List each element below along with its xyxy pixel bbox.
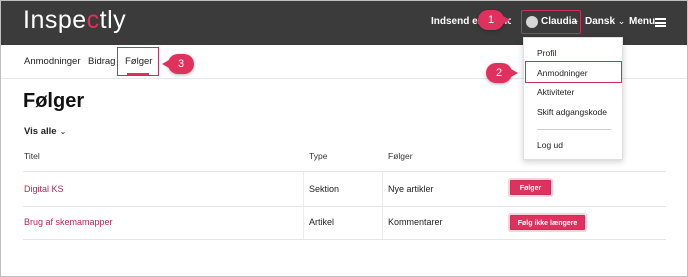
menu-item-anmodninger[interactable]: Anmodninger	[537, 68, 588, 78]
row-follows: Kommentarer	[388, 217, 443, 227]
step-badge-1: 1	[478, 10, 510, 30]
menu-separator	[537, 129, 611, 130]
user-dropdown-menu: Profil Anmodninger Aktiviteter Skift adg…	[523, 37, 623, 160]
menu-item-profil[interactable]: Profil	[537, 48, 556, 58]
tab-folger[interactable]: Følger	[125, 56, 152, 67]
menu-item-log-ud[interactable]: Log ud	[537, 140, 563, 150]
column-header-follows: Følger	[388, 151, 413, 161]
inspectly-logo[interactable]: Inspectly	[23, 6, 126, 35]
row-title-link[interactable]: Digital KS	[24, 184, 64, 194]
tab-anmodninger[interactable]: Anmodninger	[24, 56, 81, 67]
menu-item-aktiviteter[interactable]: Aktiviteter	[537, 87, 574, 97]
language-label: Dansk	[585, 16, 616, 27]
row-follows: Nye artikler	[388, 184, 434, 194]
step-badge-3: 3	[162, 54, 194, 74]
row-type: Artikel	[309, 217, 335, 227]
column-header-title: Titel	[24, 151, 40, 161]
following-button[interactable]: Følger	[510, 180, 551, 195]
chevron-down-icon: ⌄	[59, 127, 67, 136]
menu-item-skift-adgangskode[interactable]: Skift adgangskode	[537, 107, 607, 117]
hamburger-icon[interactable]	[655, 18, 666, 27]
language-selector[interactable]: Dansk ⌄	[585, 16, 625, 27]
column-header-type: Type	[309, 151, 328, 161]
page-title: Følger	[23, 90, 85, 112]
chevron-down-icon: ⌄	[617, 16, 626, 26]
table-divider	[23, 239, 666, 240]
user-menu-button[interactable]: Claudia ⌄	[521, 10, 581, 34]
browser-frame: Inspectly Indsend en anmodning Claudia ⌄…	[0, 0, 688, 277]
avatar-icon	[526, 16, 538, 28]
row-title-link[interactable]: Brug af skemamapper	[24, 217, 113, 227]
table-divider	[23, 171, 666, 172]
filter-label: Vis alle	[24, 126, 57, 137]
menu-button[interactable]: Menu	[629, 16, 655, 27]
table-divider	[23, 206, 666, 207]
chevron-down-icon: ⌄	[572, 15, 580, 25]
menu-label: Menu	[629, 16, 656, 27]
step-badge-2: 2	[486, 63, 518, 83]
column-divider	[303, 172, 304, 239]
column-divider	[382, 172, 383, 239]
active-tab-indicator	[127, 73, 149, 75]
unfollow-button[interactable]: Følg ikke længere	[510, 215, 585, 230]
tab-bidrag[interactable]: Bidrag	[88, 56, 115, 67]
filter-dropdown[interactable]: Vis alle ⌄	[24, 126, 66, 137]
row-type: Sektion	[309, 184, 340, 194]
